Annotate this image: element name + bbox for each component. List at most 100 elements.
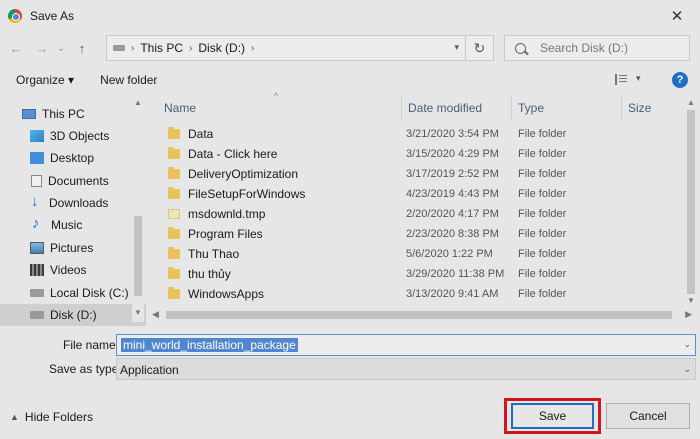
up-arrow-icon[interactable]: ↑ bbox=[72, 36, 92, 60]
nav-item-local-disk-c[interactable]: Local Disk (C:) bbox=[0, 282, 144, 304]
folder-icon bbox=[168, 227, 180, 239]
file-date: 3/13/2020 9:41 AM bbox=[406, 288, 499, 300]
drive-icon bbox=[30, 289, 44, 297]
chevron-down-icon[interactable]: ⌄ bbox=[683, 339, 691, 350]
search-input[interactable]: Search Disk (D:) bbox=[504, 35, 690, 61]
nav-item-desktop[interactable]: Desktop bbox=[0, 147, 144, 169]
table-row[interactable]: Data - Click here 3/15/2020 4:29 PM File… bbox=[150, 144, 684, 164]
help-icon[interactable]: ? bbox=[672, 72, 688, 88]
file-list-horizontal-scrollbar[interactable]: ◀ ▶ bbox=[150, 308, 698, 322]
scroll-down-icon[interactable]: ▼ bbox=[687, 296, 695, 305]
downloads-icon bbox=[31, 193, 43, 210]
search-icon bbox=[515, 42, 526, 54]
file-name-value[interactable]: mini_world_installation_package bbox=[121, 338, 298, 352]
nav-item-documents[interactable]: Documents bbox=[0, 170, 144, 192]
view-options-icon[interactable] bbox=[615, 74, 627, 85]
folder-icon bbox=[168, 267, 180, 279]
music-icon bbox=[31, 215, 45, 232]
refresh-icon[interactable]: ↻ bbox=[465, 36, 493, 60]
folder-icon bbox=[168, 247, 180, 259]
file-name: Program Files bbox=[188, 227, 263, 241]
file-date: 3/17/2019 2:52 PM bbox=[406, 168, 499, 180]
hide-folders-button[interactable]: ▲ Hide Folders bbox=[10, 410, 93, 424]
breadcrumb-this-pc[interactable]: This PC bbox=[140, 41, 183, 55]
chevron-down-icon[interactable]: ▾ bbox=[636, 73, 641, 84]
scroll-up-icon[interactable]: ▲ bbox=[134, 98, 142, 107]
file-name: Data - Click here bbox=[188, 147, 278, 161]
nav-item-pictures[interactable]: Pictures bbox=[0, 237, 144, 259]
file-name-cell: Data bbox=[168, 127, 213, 141]
address-bar[interactable]: › This PC › Disk (D:) › ▾ ↻ bbox=[106, 35, 494, 61]
nav-item-3d-objects[interactable]: 3D Objects bbox=[0, 125, 144, 147]
table-row[interactable]: FileSetupForWindows 4/23/2019 4:43 PM Fi… bbox=[150, 184, 684, 204]
table-row[interactable]: WindowsApps 3/13/2020 9:41 AM File folde… bbox=[150, 284, 684, 304]
nav-item-videos[interactable]: Videos bbox=[0, 259, 144, 281]
back-arrow-icon[interactable]: ← bbox=[6, 36, 26, 60]
column-header-name[interactable]: Name bbox=[158, 96, 402, 120]
nav-pane-scrollbar[interactable]: ▲ ▼ bbox=[132, 96, 144, 322]
scrollbar-thumb[interactable] bbox=[134, 216, 142, 296]
column-header-type[interactable]: Type bbox=[512, 96, 622, 120]
scroll-right-icon[interactable]: ▶ bbox=[685, 309, 692, 320]
recent-locations-icon[interactable]: ⌄ bbox=[54, 36, 68, 60]
file-name-cell: DeliveryOptimization bbox=[168, 167, 298, 181]
drive-icon bbox=[113, 45, 125, 51]
3d-objects-icon bbox=[30, 130, 44, 142]
file-type: File folder bbox=[518, 148, 567, 160]
file-name: DeliveryOptimization bbox=[188, 167, 299, 181]
file-name-field[interactable]: mini_world_installation_package ⌄ bbox=[116, 334, 696, 356]
pictures-icon bbox=[30, 242, 44, 254]
nav-item-label: Local Disk (C:) bbox=[50, 286, 129, 300]
table-row[interactable]: thu thủy 3/29/2020 11:38 PM File folder bbox=[150, 264, 684, 284]
file-name-label: File name: bbox=[63, 338, 120, 352]
table-row[interactable]: Thu Thao 5/6/2020 1:22 PM File folder bbox=[150, 244, 684, 264]
scrollbar-thumb[interactable] bbox=[687, 110, 695, 294]
cancel-button[interactable]: Cancel bbox=[606, 403, 690, 429]
table-row[interactable]: DeliveryOptimization 3/17/2019 2:52 PM F… bbox=[150, 164, 684, 184]
scrollbar-thumb[interactable] bbox=[166, 311, 672, 319]
scroll-down-icon[interactable]: ▼ bbox=[134, 308, 142, 317]
chevron-down-icon[interactable]: ⌄ bbox=[683, 364, 691, 375]
organize-button[interactable]: Organize ▾ bbox=[16, 73, 74, 87]
table-row[interactable]: msdownld.tmp 2/20/2020 4:17 PM File fold… bbox=[150, 204, 684, 224]
table-row[interactable]: Program Files 2/23/2020 8:38 PM File fol… bbox=[150, 224, 684, 244]
file-type: File folder bbox=[518, 188, 567, 200]
chevron-down-icon[interactable]: ▾ bbox=[454, 42, 459, 53]
navigation-bar: ← → ⌄ ↑ › This PC › Disk (D:) › ▾ ↻ Sear… bbox=[0, 32, 700, 64]
documents-icon bbox=[31, 175, 42, 187]
navigation-pane: This PC 3D Objects Desktop Documents Dow… bbox=[0, 96, 146, 326]
file-type: File folder bbox=[518, 208, 567, 220]
chevron-right-icon[interactable]: › bbox=[131, 43, 134, 54]
nav-item-disk-d[interactable]: Disk (D:) bbox=[0, 304, 146, 326]
file-name-cell: Program Files bbox=[168, 227, 263, 241]
drive-icon bbox=[30, 311, 44, 319]
new-folder-button[interactable]: New folder bbox=[100, 73, 157, 87]
file-date: 3/29/2020 11:38 PM bbox=[406, 268, 505, 280]
file-name: thu thủy bbox=[188, 267, 231, 281]
file-name: msdownld.tmp bbox=[188, 207, 266, 221]
save-button[interactable]: Save bbox=[511, 403, 594, 429]
close-icon[interactable]: ✕ bbox=[654, 0, 700, 32]
table-row[interactable]: Data 3/21/2020 3:54 PM File folder bbox=[150, 124, 684, 144]
breadcrumb-disk-d[interactable]: Disk (D:) bbox=[198, 41, 245, 55]
chevron-right-icon[interactable]: › bbox=[251, 43, 254, 54]
scroll-left-icon[interactable]: ◀ bbox=[152, 309, 159, 320]
nav-item-music[interactable]: Music bbox=[0, 214, 144, 236]
file-list-vertical-scrollbar[interactable]: ▲ ▼ bbox=[684, 96, 698, 308]
column-header-size[interactable]: Size bbox=[622, 96, 684, 120]
chrome-icon bbox=[8, 9, 22, 23]
save-as-type-select[interactable]: Application ⌄ bbox=[116, 358, 696, 380]
chevron-right-icon[interactable]: › bbox=[189, 43, 192, 54]
column-header-date-modified[interactable]: Date modified bbox=[402, 96, 512, 120]
nav-item-this-pc[interactable]: This PC bbox=[0, 103, 144, 125]
file-name: FileSetupForWindows bbox=[188, 187, 306, 201]
nav-item-downloads[interactable]: Downloads bbox=[0, 192, 144, 214]
scroll-up-icon[interactable]: ▲ bbox=[687, 98, 695, 107]
nav-item-label: Disk (D:) bbox=[50, 308, 97, 322]
file-name-cell: WindowsApps bbox=[168, 287, 264, 301]
nav-item-label: 3D Objects bbox=[50, 129, 110, 143]
forward-arrow-icon[interactable]: → bbox=[32, 36, 52, 60]
folder-icon bbox=[168, 167, 180, 179]
computer-icon bbox=[22, 109, 36, 119]
chevron-up-icon: ▲ bbox=[10, 412, 19, 422]
